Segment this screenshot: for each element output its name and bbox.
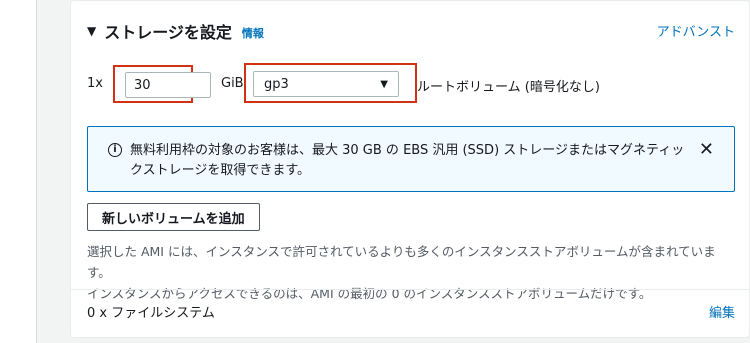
caret-down-icon[interactable]: ▼	[87, 24, 96, 38]
section-header[interactable]: ▼ ストレージを設定 情報	[87, 19, 264, 43]
volume-unit-label: GiB	[221, 76, 244, 91]
close-icon[interactable]: ✕	[699, 139, 714, 160]
edit-link[interactable]: 編集	[709, 302, 735, 321]
volume-type-select[interactable]: gp3 ▼	[253, 71, 399, 97]
volume-description: ルートボリューム (暗号化なし)	[417, 80, 600, 95]
free-tier-alert: i 無料利用枠の対象のお客様は、最大 30 GB の EBS 汎用 (SSD) …	[87, 126, 735, 192]
file-systems-label: 0 x ファイルシステム	[87, 306, 215, 321]
divider	[71, 289, 749, 290]
volume-type-value: gp3	[264, 76, 289, 92]
section-title: ストレージを設定	[104, 23, 232, 42]
instance-store-note: 選択した AMI には、インスタンスで許可されているよりも多くのインスタンススト…	[87, 241, 737, 304]
storage-panel: ▼ ストレージを設定 情報 アドバンスト 1x GiB gp3 ▼ ルートボリュ…	[70, 0, 750, 338]
add-volume-button[interactable]: 新しいボリュームを追加	[87, 203, 260, 231]
volume-quantity-prefix: 1x	[87, 76, 103, 91]
info-link[interactable]: 情報	[242, 25, 264, 41]
left-gutter	[0, 0, 37, 343]
volume-row: 1x GiB gp3 ▼ ルートボリューム (暗号化なし)	[87, 63, 727, 103]
advanced-link[interactable]: アドバンスト	[657, 21, 735, 40]
info-icon: i	[108, 143, 122, 157]
alert-text: 無料利用枠の対象のお客様は、最大 30 GB の EBS 汎用 (SSD) スト…	[130, 143, 685, 178]
volume-size-input[interactable]	[125, 72, 211, 98]
caret-down-icon: ▼	[380, 78, 388, 90]
note-line-1: 選択した AMI には、インスタンスで許可されているよりも多くのインスタンススト…	[87, 244, 716, 280]
note-line-2: インスタンスからアクセスできるのは、AMI の最初の 0 のインスタンスストアボ…	[87, 286, 652, 301]
